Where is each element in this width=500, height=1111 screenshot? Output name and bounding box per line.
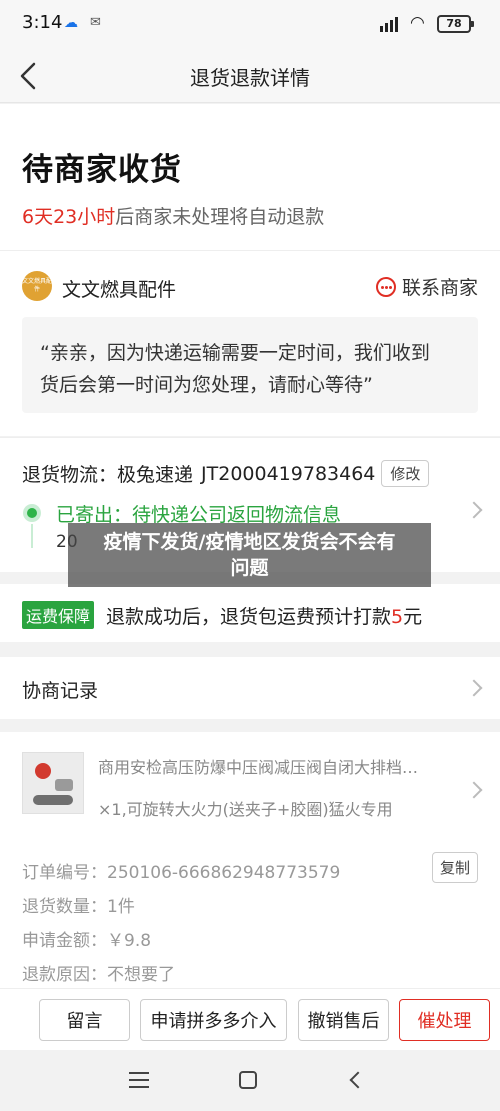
leave-message-button[interactable]: 留言 bbox=[39, 999, 130, 1041]
order-number-value: 250106-666862948773579 bbox=[107, 863, 341, 883]
return-logistics-line: 退货物流： 极兔速递 JT2000419783464 修改 bbox=[22, 460, 430, 487]
timeline-line bbox=[31, 524, 33, 548]
product-name[interactable]: 商用安检高压防爆中压阀减压阀自闭大排档… bbox=[98, 754, 450, 778]
nav-bar: 退货退款详情 bbox=[0, 48, 500, 103]
product-spec: ×1,可旋转大火力(送夹子+胶圈)猛火专用 bbox=[98, 800, 393, 819]
countdown-text: 6天23小时 bbox=[22, 206, 116, 228]
chevron-right-icon bbox=[465, 781, 483, 799]
cancel-after-sale-button[interactable]: 撤销售后 bbox=[298, 999, 389, 1041]
refund-status-subtitle: 6天23小时后商家未处理将自动退款 bbox=[22, 202, 324, 229]
battery-icon: 78 bbox=[437, 15, 474, 33]
logistics-status-dot bbox=[23, 504, 41, 522]
refund-amount-row: 申请金额：￥9.8 bbox=[22, 926, 151, 951]
shipping-amount: 5 bbox=[391, 606, 404, 628]
contact-seller-label: 联系商家 bbox=[401, 277, 478, 299]
countdown-suffix: 后商家未处理将自动退款 bbox=[115, 206, 325, 228]
request-intervention-button[interactable]: 申请拼多多介入 bbox=[140, 999, 287, 1041]
seller-message-line2: 货后会第一时间为您处理，请耐心等待” bbox=[40, 374, 373, 396]
tracking-number: JT2000419783464 bbox=[201, 462, 376, 485]
chevron-right-icon bbox=[465, 501, 483, 519]
refund-status-title: 待商家收货 bbox=[22, 152, 182, 188]
wifi-icon: ◠ bbox=[410, 13, 425, 33]
status-time: 3:14 bbox=[22, 12, 63, 33]
negotiation-record-label: 协商记录 bbox=[22, 680, 99, 702]
refund-reason-label: 退款原因： bbox=[22, 965, 107, 985]
refund-amount-value: ￥9.8 bbox=[107, 931, 152, 951]
overlay-line1: 疫情下发货/疫情地区发货会不会有 bbox=[103, 531, 396, 553]
ring-part bbox=[33, 795, 73, 805]
return-quantity-label: 退货数量： bbox=[22, 897, 107, 917]
product-image[interactable] bbox=[22, 752, 84, 814]
copy-button[interactable]: 复制 bbox=[431, 852, 478, 883]
logistics-carrier: 极兔速递 bbox=[117, 464, 194, 486]
page-title: 退货退款详情 bbox=[190, 66, 310, 90]
urge-processing-button[interactable]: 催处理 bbox=[399, 999, 490, 1041]
seller-message-line1: “亲亲，因为快递运输需要一定时间，我们收到 bbox=[40, 342, 430, 364]
overlay-caption: 疫情下发货/疫情地区发货会不会有 问题 bbox=[68, 523, 431, 587]
shipping-guarantee-badge: 运费保障 bbox=[22, 601, 95, 629]
home-icon[interactable] bbox=[239, 1071, 257, 1089]
order-number-row: 订单编号：250106-666862948773579 bbox=[22, 858, 340, 883]
negotiation-record-row[interactable]: 协商记录 bbox=[0, 657, 500, 719]
order-number-label: 订单编号： bbox=[22, 863, 107, 883]
valve-part bbox=[35, 763, 51, 779]
overlay-line2: 问题 bbox=[230, 557, 269, 579]
chevron-right-icon bbox=[465, 679, 483, 697]
shop-avatar[interactable]: 文文燃具配件 bbox=[22, 271, 52, 301]
edit-tracking-button[interactable]: 修改 bbox=[381, 460, 430, 487]
shop-card: 文文燃具配件 文文燃具配件 联系商家 “亲亲，因为快递运输需要一定时间，我们收到… bbox=[0, 250, 500, 436]
shop-name[interactable]: 文文燃具配件 bbox=[62, 275, 176, 302]
refund-reason-row: 退款原因：不想要了 bbox=[22, 960, 175, 985]
shipping-guarantee-text: 退款成功后，退货包运费预计打款5元 bbox=[106, 602, 422, 629]
status-bar: 3:14 ☁ ✉ ◠ 78 bbox=[0, 0, 500, 48]
order-card: 商用安检高压防爆中压阀减压阀自闭大排档… ×1,可旋转大火力(送夹子+胶圈)猛火… bbox=[0, 732, 500, 988]
contact-seller-button[interactable]: 联系商家 bbox=[375, 273, 478, 300]
menu-icon[interactable] bbox=[129, 1072, 149, 1088]
knob-part bbox=[55, 779, 73, 791]
back-icon[interactable] bbox=[349, 1071, 367, 1089]
action-bar: 留言 申请拼多多介入 撤销售后 催处理 bbox=[0, 988, 500, 1050]
refund-status-card: 待商家收货 6天23小时后商家未处理将自动退款 bbox=[0, 104, 500, 250]
seller-message: “亲亲，因为快递运输需要一定时间，我们收到 货后会第一时间为您处理，请耐心等待” bbox=[22, 317, 478, 413]
shipping-text: 退款成功后，退货包运费预计打款 bbox=[106, 606, 392, 628]
shipping-guarantee-card: 运费保障 退款成功后，退货包运费预计打款5元 bbox=[0, 584, 500, 642]
signal-icon bbox=[380, 14, 398, 32]
refund-reason-value: 不想要了 bbox=[107, 965, 175, 985]
chat-icon bbox=[375, 276, 396, 297]
cloud-icon: ☁ bbox=[64, 15, 78, 31]
return-quantity-row: 退货数量：1件 bbox=[22, 892, 135, 917]
logistics-label: 退货物流： bbox=[22, 464, 118, 486]
chat-app-icon: ✉ bbox=[90, 15, 101, 30]
refund-amount-label: 申请金额： bbox=[22, 931, 107, 951]
shipping-unit: 元 bbox=[403, 606, 423, 628]
system-nav-bar bbox=[0, 1050, 500, 1111]
return-quantity-value: 1件 bbox=[107, 897, 135, 917]
